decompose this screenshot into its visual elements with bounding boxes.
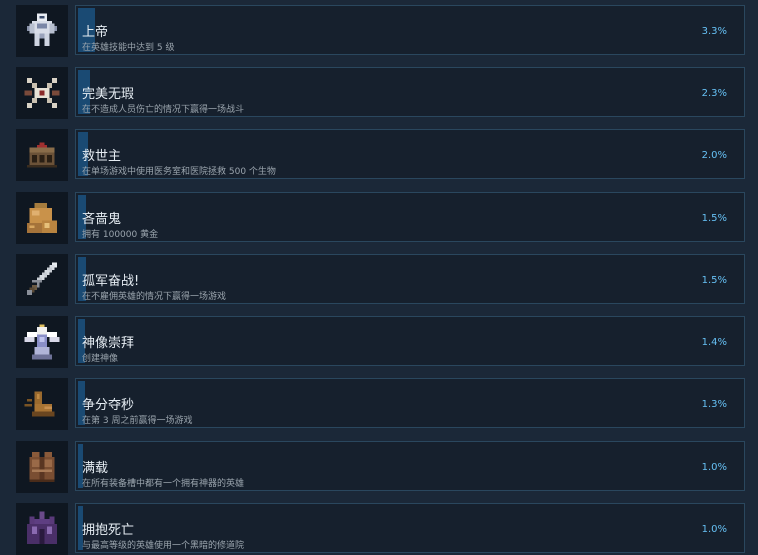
achievement-title: 满载	[82, 461, 109, 476]
achievement-percent: 1.5%	[701, 213, 727, 224]
achievement-percent: 1.0%	[701, 524, 727, 535]
achievement-percent: 1.0%	[701, 462, 727, 473]
achievement-card: 满载 在所有装备槽中都有一个拥有神器的英雄 1.0%	[75, 441, 745, 491]
armored-god-icon	[16, 5, 68, 57]
achievement-title: 神像崇拜	[82, 336, 135, 351]
sword-icon	[16, 254, 68, 306]
achievement-description: 与最高等级的英雄使用一个黑暗的修道院	[82, 541, 245, 551]
achievement-title: 救世主	[82, 149, 122, 164]
achievement-card: 神像崇拜 创建神像 1.4%	[75, 316, 745, 366]
achievement-card: 上帝 在英雄技能中达到 5 级 3.3%	[75, 5, 745, 55]
achievement-title: 上帝	[82, 25, 109, 40]
armor-vest-icon	[16, 441, 68, 493]
achievement-title: 孤军奋战!	[82, 274, 140, 289]
achievement-percent: 1.3%	[701, 399, 727, 410]
achievement-row: 神像崇拜 创建神像 1.4%	[0, 316, 758, 372]
achievement-row: 完美无瑕 在不造成人员伤亡的情况下赢得一场战斗 2.3%	[0, 67, 758, 123]
achievement-percent: 2.0%	[701, 150, 727, 161]
achievement-card: 拥抱死亡 与最高等级的英雄使用一个黑暗的修道院 1.0%	[75, 503, 745, 553]
running-boot-icon	[16, 378, 68, 430]
achievements-list: 上帝 在英雄技能中达到 5 级 3.3% 完美无瑕 在不造成人员伤亡的情况下赢得…	[0, 0, 758, 555]
crossed-bones-eye-icon	[16, 67, 68, 119]
achievement-row: 满载 在所有装备槽中都有一个拥有神器的英雄 1.0%	[0, 441, 758, 497]
achievement-row: 救世主 在单场游戏中使用医务室和医院拯救 500 个生物 2.0%	[0, 129, 758, 185]
achievement-description: 在不雇佣英雄的情况下赢得一场游戏	[82, 292, 227, 302]
achievement-description: 在单场游戏中使用医务室和医院拯救 500 个生物	[82, 167, 276, 177]
achievement-row: 拥抱死亡 与最高等级的英雄使用一个黑暗的修道院 1.0%	[0, 503, 758, 555]
achievement-card: 完美无瑕 在不造成人员伤亡的情况下赢得一场战斗 2.3%	[75, 67, 745, 117]
achievement-description: 在所有装备槽中都有一个拥有神器的英雄	[82, 479, 245, 489]
achievement-row: 争分夺秒 在第 3 周之前赢得一场游戏 1.3%	[0, 378, 758, 434]
achievement-description: 在英雄技能中达到 5 级	[82, 43, 175, 53]
achievement-percent: 3.3%	[701, 26, 727, 37]
dark-cathedral-icon	[16, 503, 68, 555]
achievement-row: 上帝 在英雄技能中达到 5 级 3.3%	[0, 5, 758, 61]
gold-sacks-icon	[16, 192, 68, 244]
achievement-title: 完美无瑕	[82, 87, 135, 102]
achievement-description: 创建神像	[82, 354, 119, 364]
achievement-percent: 1.4%	[701, 337, 727, 348]
achievement-card: 争分夺秒 在第 3 周之前赢得一场游戏 1.3%	[75, 378, 745, 428]
achievement-title: 争分夺秒	[82, 398, 135, 413]
achievement-description: 在不造成人员伤亡的情况下赢得一场战斗	[82, 105, 245, 115]
achievement-card: 救世主 在单场游戏中使用医务室和医院拯救 500 个生物 2.0%	[75, 129, 745, 179]
achievement-card: 孤军奋战! 在不雇佣英雄的情况下赢得一场游戏 1.5%	[75, 254, 745, 304]
achievement-description: 在第 3 周之前赢得一场游戏	[82, 416, 193, 426]
achievement-card: 吝啬鬼 拥有 100000 黄金 1.5%	[75, 192, 745, 242]
achievement-title: 拥抱死亡	[82, 523, 135, 538]
achievement-percent: 2.3%	[701, 88, 727, 99]
hospital-chest-icon	[16, 129, 68, 181]
winged-statue-icon	[16, 316, 68, 368]
achievement-title: 吝啬鬼	[82, 212, 122, 227]
achievement-percent: 1.5%	[701, 275, 727, 286]
achievement-description: 拥有 100000 黄金	[82, 230, 159, 240]
achievement-row: 孤军奋战! 在不雇佣英雄的情况下赢得一场游戏 1.5%	[0, 254, 758, 310]
achievement-row: 吝啬鬼 拥有 100000 黄金 1.5%	[0, 192, 758, 248]
